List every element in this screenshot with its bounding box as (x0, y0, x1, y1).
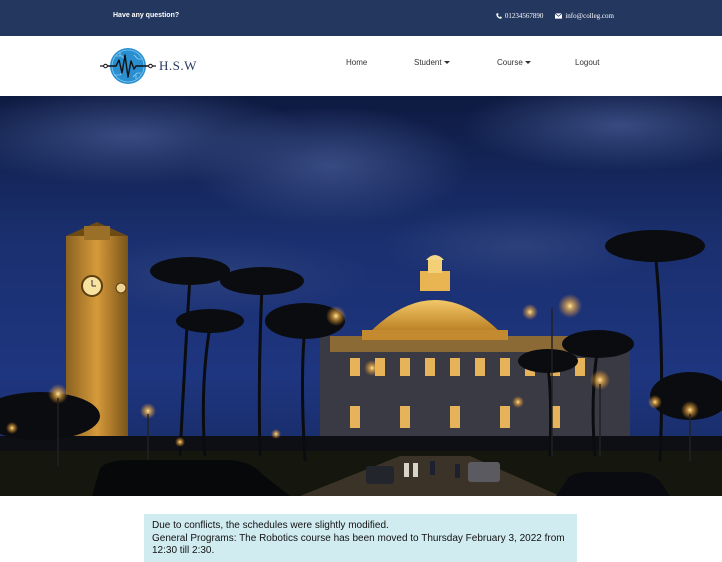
caret-down-icon (443, 61, 450, 64)
caret-down-icon (524, 61, 531, 64)
top-info-bar: Have any question? 01234567890 info@coll… (0, 0, 722, 36)
nav-menu: Home Student Course Logout (0, 58, 722, 72)
nav-item-logout[interactable]: Logout (575, 58, 599, 67)
notice-line-1: Due to conflicts, the schedules were sli… (152, 520, 389, 531)
phone-icon (496, 13, 502, 19)
nav-label: Home (346, 58, 368, 67)
nav-label: Student (414, 58, 442, 67)
email-address: info@colleg.com (565, 12, 614, 20)
schedule-notice: Due to conflicts, the schedules were sli… (144, 514, 577, 562)
nav-item-student[interactable]: Student (414, 58, 450, 67)
phone-contact[interactable]: 01234567890 (496, 12, 544, 20)
notice-line-2: General Programs: The Robotics course ha… (152, 532, 565, 557)
envelope-icon (555, 13, 563, 19)
phone-number: 01234567890 (504, 12, 544, 20)
nav-label: Logout (575, 58, 600, 67)
email-contact[interactable]: info@colleg.com (555, 12, 614, 20)
nav-label: Course (497, 58, 523, 67)
question-text: Have any question? (113, 12, 180, 19)
campus-night-photo (0, 96, 722, 496)
contact-info: 01234567890 info@colleg.com (496, 12, 614, 20)
main-navbar: H.S.W Home Student Course Logout (0, 36, 722, 96)
nav-item-home[interactable]: Home (346, 58, 367, 67)
hero-banner (0, 96, 722, 496)
nav-item-course[interactable]: Course (497, 58, 531, 67)
